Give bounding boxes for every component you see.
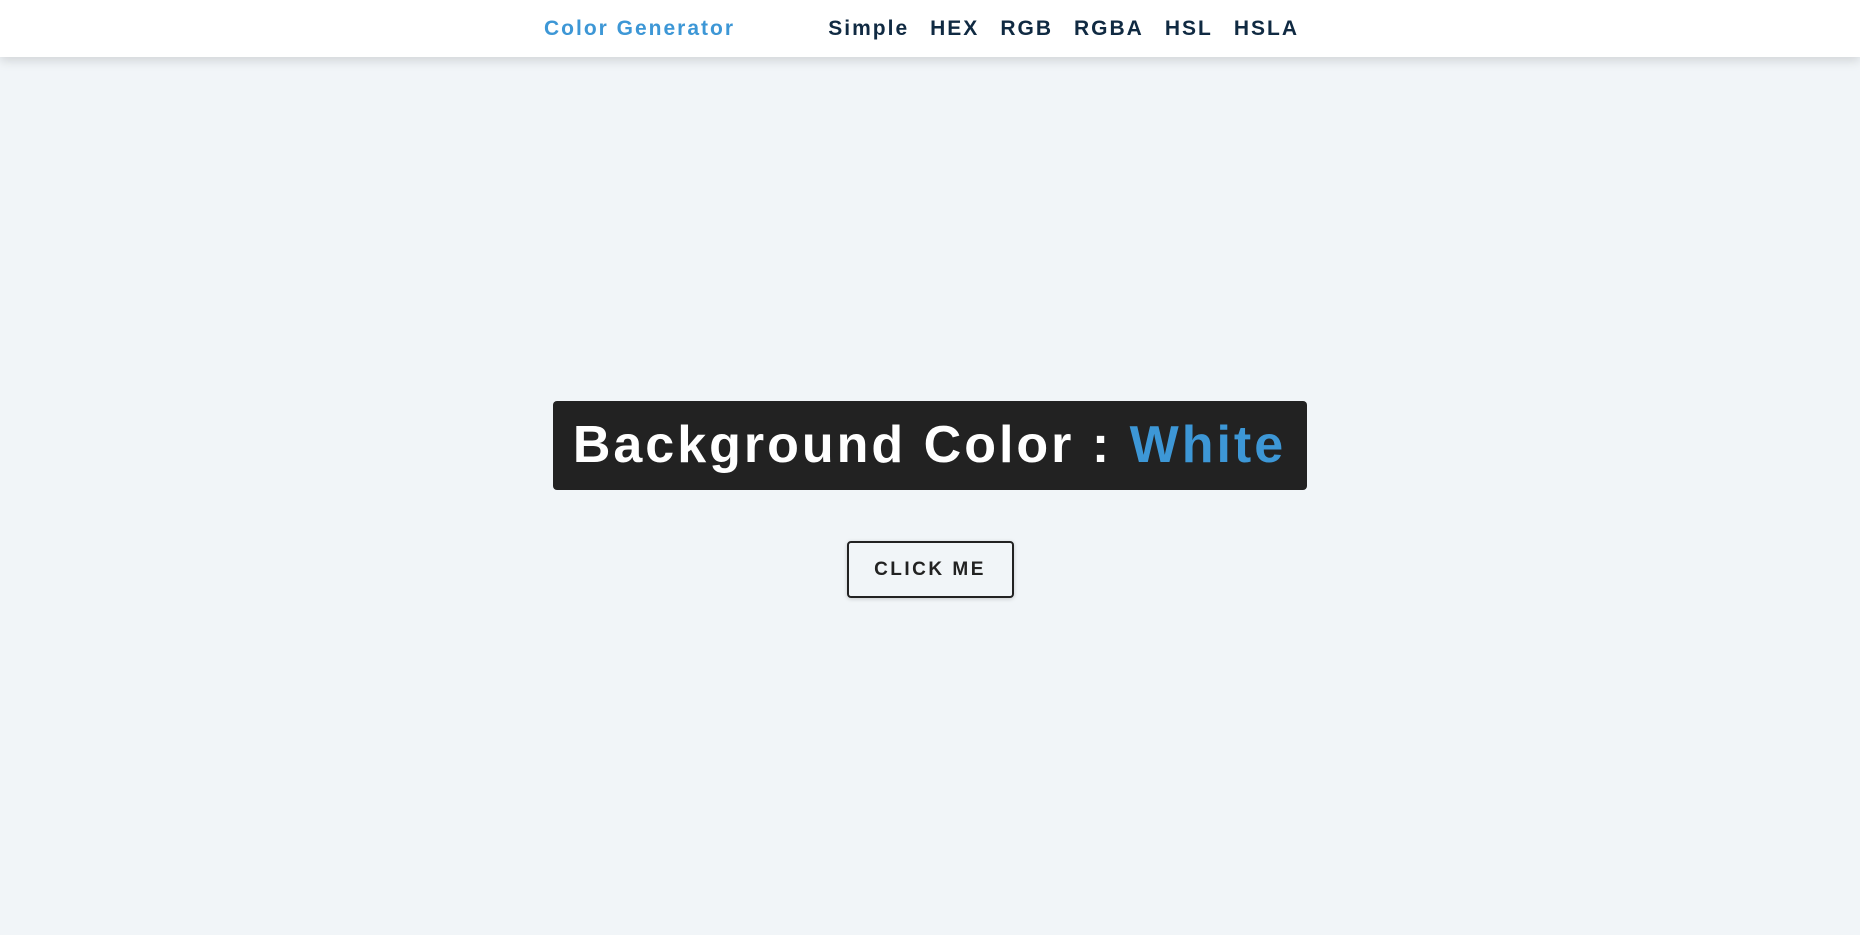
nav-link-simple[interactable]: Simple [828,17,909,40]
nav-item-rgba: RGBA [1074,17,1144,41]
nav-item-hsla: HSLA [1234,17,1299,41]
nav-link-hex[interactable]: HEX [930,17,979,40]
nav-link-rgb[interactable]: RGB [1000,17,1053,40]
brand-link[interactable]: Color Generator [544,17,735,41]
navbar-inner: Color Generator Simple HEX RGB RGBA HSL … [544,0,1299,57]
click-me-button[interactable]: CLICK ME [846,541,1014,598]
nav-item-hex: HEX [930,17,979,41]
nav-link-rgba[interactable]: RGBA [1074,17,1144,40]
nav-links: Simple HEX RGB RGBA HSL HSLA [828,17,1299,41]
nav-link-hsla[interactable]: HSLA [1234,17,1299,40]
nav-link-hsl[interactable]: HSL [1165,17,1213,40]
color-name: White [1129,415,1287,474]
nav-item-rgb: RGB [1000,17,1053,41]
navbar: Color Generator Simple HEX RGB RGBA HSL … [0,0,1860,57]
main-content: Background Color : White CLICK ME [0,57,1860,935]
color-heading: Background Color : White [573,415,1286,475]
color-heading-prefix: Background Color : [572,415,1130,474]
nav-item-hsl: HSL [1165,17,1213,41]
color-display-box: Background Color : White [552,401,1308,490]
nav-item-simple: Simple [828,17,909,41]
